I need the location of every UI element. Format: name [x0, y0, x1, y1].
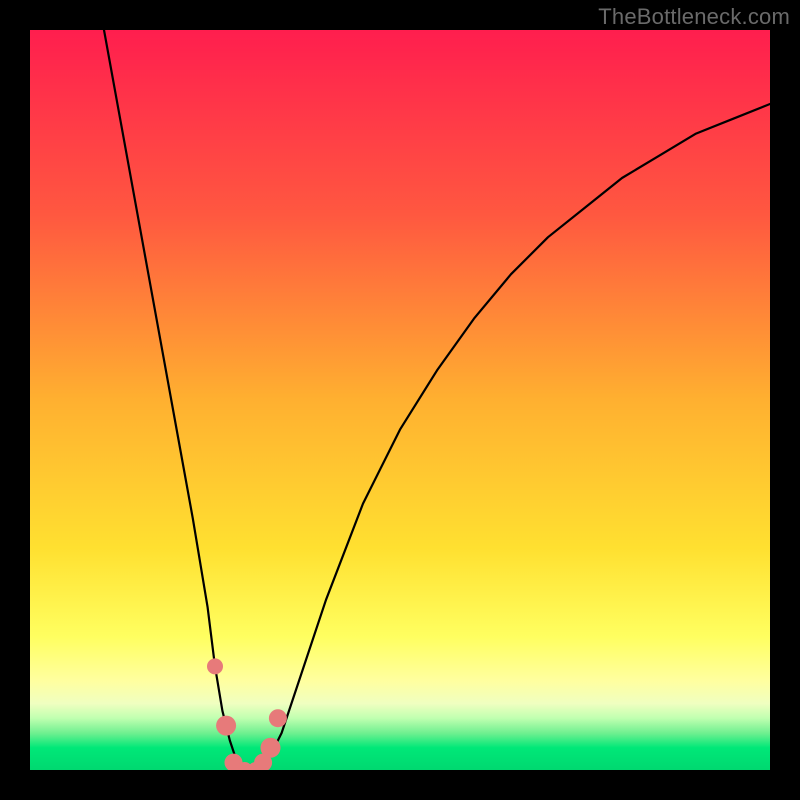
marker-dot — [207, 658, 223, 674]
marker-group — [207, 658, 287, 770]
watermark-text: TheBottleneck.com — [598, 4, 790, 30]
plot-area — [30, 30, 770, 770]
marker-dot — [261, 738, 281, 758]
bottleneck-curve-path — [104, 30, 770, 770]
curve-svg — [30, 30, 770, 770]
marker-dot — [269, 709, 287, 727]
marker-dot — [216, 716, 236, 736]
